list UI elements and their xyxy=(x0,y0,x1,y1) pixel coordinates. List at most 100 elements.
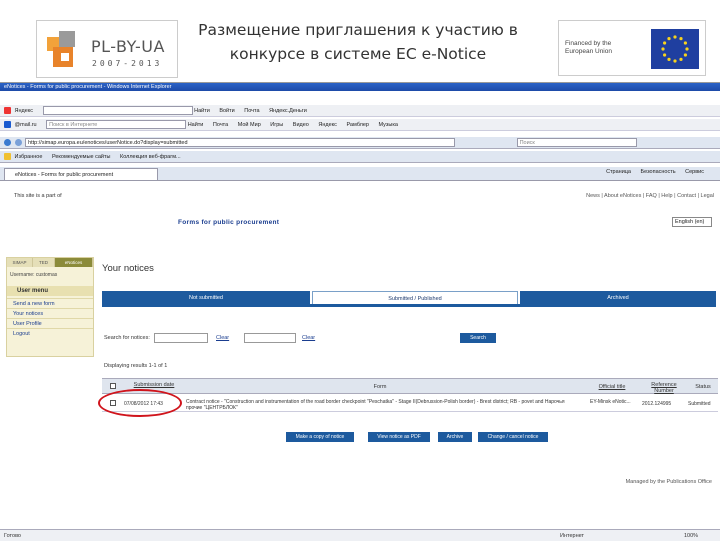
zoom-level[interactable]: 100% xyxy=(684,530,698,542)
favorites-item[interactable]: Рекомендуемые сайты xyxy=(52,151,111,162)
pl-by-ua-logo: PL-BY-UA 2007-2013 xyxy=(36,20,178,78)
left-panel: SIMAP TED eNotices Username: customas Us… xyxy=(6,257,94,357)
left-tab-simap[interactable]: SIMAP xyxy=(7,258,33,267)
user-menu-title: User menu xyxy=(7,286,93,296)
page-content: This site is a part of News | About eNot… xyxy=(0,183,720,525)
your-notices-heading: Your notices xyxy=(102,263,154,274)
slide-header: PL-BY-UA 2007-2013 Размещение приглашени… xyxy=(0,0,720,82)
language-select[interactable]: English (en) xyxy=(672,217,712,227)
toolbar2-item[interactable]: Найти xyxy=(188,119,204,130)
eu-flag-icon xyxy=(651,29,699,69)
action-buttons: Make a copy of notice View notice as PDF… xyxy=(102,432,718,444)
menu-user-profile[interactable]: User Profile xyxy=(7,318,93,328)
forms-title: Forms for public procurement xyxy=(178,219,280,226)
pl-logo-mark-icon xyxy=(47,31,79,69)
tab-not-submitted[interactable]: Not submitted xyxy=(102,291,310,305)
toolbar2-item[interactable]: Видео xyxy=(293,119,309,130)
toolbar2-item[interactable]: Почта xyxy=(213,119,228,130)
menu-your-notices[interactable]: Your notices xyxy=(7,308,93,318)
toolbar1-item[interactable]: Яндекс.Деньги xyxy=(269,105,307,116)
top-links[interactable]: News | About eNotices | FAQ | Help | Con… xyxy=(586,193,714,199)
mailru-icon xyxy=(4,121,11,129)
pl-logo-name: PL-BY-UA xyxy=(91,37,165,56)
toolbar2-item[interactable]: Рамблер xyxy=(346,119,369,130)
status-bar: Готово Интернет 100% xyxy=(0,529,720,541)
favorites-star-icon[interactable] xyxy=(4,153,11,161)
forward-icon[interactable] xyxy=(14,139,22,147)
site-part-text: This site is a part of xyxy=(14,193,62,199)
row-form[interactable]: Contract notice - "Construction and inst… xyxy=(186,399,582,411)
search-button[interactable]: Search xyxy=(460,333,496,343)
eu-logo: Financed by the European Union xyxy=(558,20,706,76)
search-field-1[interactable] xyxy=(154,333,208,343)
back-icon[interactable] xyxy=(4,139,11,147)
mailru-toolbar: @mail.ru Поиск в Интернете Найти Почта М… xyxy=(0,119,720,131)
change-cancel-button[interactable]: Change / cancel notice xyxy=(478,432,548,442)
view-pdf-button[interactable]: View notice as PDF xyxy=(368,432,430,442)
left-tab-ted[interactable]: TED xyxy=(33,258,55,267)
toolbar2-item[interactable]: Яндекс xyxy=(318,119,337,130)
command-item[interactable]: Сервис xyxy=(685,169,704,175)
command-item[interactable]: Безопасность xyxy=(641,169,676,175)
toolbar2-item[interactable]: @mail.ru xyxy=(15,119,37,130)
left-tab-enotices[interactable]: eNotices xyxy=(55,258,93,267)
menu-logout[interactable]: Logout xyxy=(7,328,93,338)
row-reference: 2012.124995 xyxy=(642,401,672,407)
toolbar2-item[interactable]: Мой Мир xyxy=(238,119,261,130)
col-reference-number[interactable]: Reference Number xyxy=(642,382,686,394)
favorites-item[interactable]: Коллекция веб-фрагм... xyxy=(120,151,181,162)
archive-button[interactable]: Archive xyxy=(438,432,472,442)
clear-link-1[interactable]: Clear xyxy=(216,335,229,341)
tabs-underline xyxy=(102,304,716,307)
address-bar: http://simap.europa.eu/enotices/userNoti… xyxy=(0,137,720,149)
menu-send-new-form[interactable]: Send a new form xyxy=(7,298,93,308)
managed-by-text: Managed by the Publications Office xyxy=(625,479,712,485)
browser-search-input[interactable]: Поиск xyxy=(516,138,637,148)
command-bar: Страница Безопасность Сервис xyxy=(606,169,712,175)
row-official-title[interactable]: EY-Minsk eNotic... xyxy=(590,399,636,405)
make-copy-button[interactable]: Make a copy of notice xyxy=(286,432,354,442)
mailru-search-input[interactable]: Поиск в Интернете xyxy=(46,120,187,130)
col-form: Form xyxy=(373,384,387,390)
toolbar1-item[interactable]: Почта xyxy=(244,105,259,116)
clear-link-2[interactable]: Clear xyxy=(302,335,315,341)
toolbar1-item[interactable]: Найти xyxy=(194,105,210,116)
col-status: Status xyxy=(695,384,711,390)
row-status: Submitted xyxy=(688,401,711,407)
yandex-search-input[interactable] xyxy=(42,106,193,116)
favorites-bar: Избранное Рекомендуемые сайты Коллекция … xyxy=(0,151,720,163)
toolbar2-item[interactable]: Музыка xyxy=(378,119,397,130)
status-left: Готово xyxy=(4,533,21,539)
toolbar1-item[interactable]: Войти xyxy=(219,105,234,116)
table-header: Submission date Form Official title Refe… xyxy=(102,378,718,394)
select-all-checkbox[interactable] xyxy=(110,383,116,389)
yandex-toolbar: Яндекс Найти Войти Почта Яндекс.Деньги xyxy=(0,105,720,117)
browser-tabs: eNotices - Forms for public procurement … xyxy=(0,167,720,181)
search-label: Search for notices: xyxy=(104,335,150,341)
browser-window: eNotices - Forms for public procurement … xyxy=(0,82,720,541)
toolbar2-item[interactable]: Игры xyxy=(270,119,283,130)
search-row: Search for notices: Clear Clear Search xyxy=(104,333,704,345)
username-label: Username: customas xyxy=(10,272,58,278)
pl-logo-years: 2007-2013 xyxy=(92,59,163,68)
yandex-icon xyxy=(4,107,11,115)
col-official-title[interactable]: Official title xyxy=(590,384,634,390)
status-zone: Интернет xyxy=(560,533,584,539)
window-titlebar: eNotices - Forms for public procurement … xyxy=(0,83,720,91)
notice-tabs: Not submitted Submitted / Published Arch… xyxy=(102,291,716,305)
search-field-2[interactable] xyxy=(244,333,296,343)
favorites-item[interactable]: Избранное xyxy=(15,151,43,162)
tab-archived[interactable]: Archived xyxy=(520,291,716,305)
browser-tab-active[interactable]: eNotices - Forms for public procurement xyxy=(4,168,158,180)
left-tabs: SIMAP TED eNotices xyxy=(7,258,93,267)
toolbar1-item[interactable]: Яндекс xyxy=(15,105,34,116)
command-item[interactable]: Страница xyxy=(606,169,631,175)
address-input[interactable]: http://simap.europa.eu/enotices/userNoti… xyxy=(25,138,456,148)
eu-logo-text: Financed by the European Union xyxy=(565,40,612,55)
slide-title: Размещение приглашения к участию в конку… xyxy=(198,21,518,63)
table-row: 07/08/2012 17:43 Contract notice - "Cons… xyxy=(102,396,718,412)
results-count: Displaying results 1-1 of 1 xyxy=(104,363,168,369)
highlight-oval xyxy=(98,389,182,417)
col-submission-date[interactable]: Submission date xyxy=(124,382,184,388)
tab-submitted-published[interactable]: Submitted / Published xyxy=(312,291,518,305)
